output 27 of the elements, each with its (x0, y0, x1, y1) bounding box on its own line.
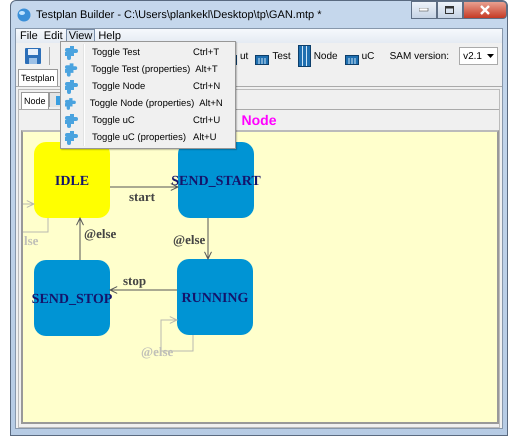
toolbar-label: Node (314, 50, 338, 62)
menu-item[interactable]: Toggle Node (properties) Alt+N (61, 95, 235, 112)
transition-label: @else (84, 226, 116, 241)
menu-item[interactable]: Edit (40, 29, 66, 43)
tab[interactable]: Testplan (18, 69, 58, 86)
toolbar-label: Test (272, 50, 291, 62)
window-title: Testplan Builder - C:\Users\plankekl\Desktop\tp\GAN.mtp * (36, 8, 322, 20)
toolbar-label: uC (362, 50, 374, 62)
state-node: IDLE (34, 142, 110, 218)
transition-label: stop (123, 273, 146, 288)
menu-item[interactable]: File (17, 29, 41, 43)
diagram-title: Node (242, 111, 276, 130)
sam-version-dropdown[interactable]: v2.1 (459, 47, 498, 65)
menu-item[interactable]: Toggle Node Ctrl+N (61, 78, 235, 95)
transition-label: start (129, 189, 155, 204)
menu-item[interactable]: Toggle uC (properties) Alt+U (61, 129, 235, 146)
tab[interactable]: Node (21, 92, 49, 109)
state-node: RUNNING (177, 259, 253, 335)
toolbar-label: ut (240, 50, 248, 62)
menu-item[interactable]: Help (95, 29, 124, 43)
transition-label: lse (24, 233, 38, 248)
transition-label: @else (141, 344, 174, 359)
menu-item[interactable]: Toggle Test (properties) Alt+T (61, 61, 235, 78)
sam-version-label: SAM version: (390, 50, 450, 62)
menu-item[interactable]: Toggle uC Ctrl+U (61, 112, 235, 129)
menu-item[interactable]: Toggle Test Ctrl+T (61, 44, 235, 61)
transition-label: @else (173, 232, 206, 247)
